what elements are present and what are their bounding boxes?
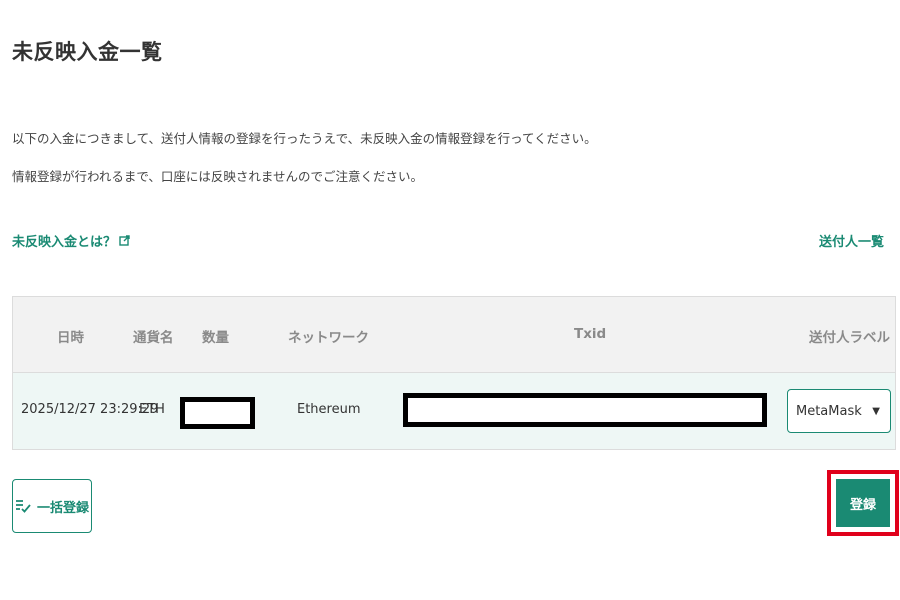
description-line-1: 以下の入金につきまして、送付人情報の登録を行ったうえで、未反映入金の情報登録を行… <box>12 131 597 146</box>
bulk-register-label: 一括登録 <box>36 500 89 516</box>
header-datetime: 日時 <box>57 330 84 346</box>
header-txid: Txid <box>574 326 607 342</box>
description-line-2: 情報登録が行われるまで、口座には反映されませんのでご注意ください。 <box>12 169 424 184</box>
deposits-table: 日時 通貨名 数量 ネットワーク Txid 送付人ラベル 2025/12/27 … <box>12 296 896 450</box>
table-header: 日時 通貨名 数量 ネットワーク Txid 送付人ラベル <box>13 297 895 373</box>
header-currency: 通貨名 <box>133 330 174 346</box>
row-amount-redacted <box>180 397 255 429</box>
header-amount: 数量 <box>202 330 229 346</box>
list-check-icon <box>15 499 33 513</box>
page-title: 未反映入金一覧 <box>12 40 163 64</box>
row-network: Ethereum <box>297 402 361 417</box>
sender-label-value: MetaMask <box>796 403 862 419</box>
row-txid-redacted <box>403 393 767 427</box>
row-datetime: 2025/12/27 23:29:29 <box>21 402 159 417</box>
row-currency: ETH <box>139 402 165 417</box>
header-network: ネットワーク <box>288 330 369 346</box>
sender-label-select[interactable]: MetaMask ▼ <box>787 389 891 433</box>
header-sender-label: 送付人ラベル <box>809 330 890 346</box>
external-link-icon <box>119 235 130 246</box>
register-button[interactable]: 登録 <box>833 476 893 530</box>
help-link-label: 未反映入金とは？ <box>12 235 117 250</box>
bulk-register-button[interactable]: 一括登録 <box>12 479 92 533</box>
table-row: 2025/12/27 23:29:29 ETH Ethereum MetaMas… <box>13 373 895 449</box>
caret-down-icon: ▼ <box>872 405 880 417</box>
help-link[interactable]: 未反映入金とは？ <box>12 231 130 250</box>
senders-list-link[interactable]: 送付人一覧 <box>819 231 884 250</box>
